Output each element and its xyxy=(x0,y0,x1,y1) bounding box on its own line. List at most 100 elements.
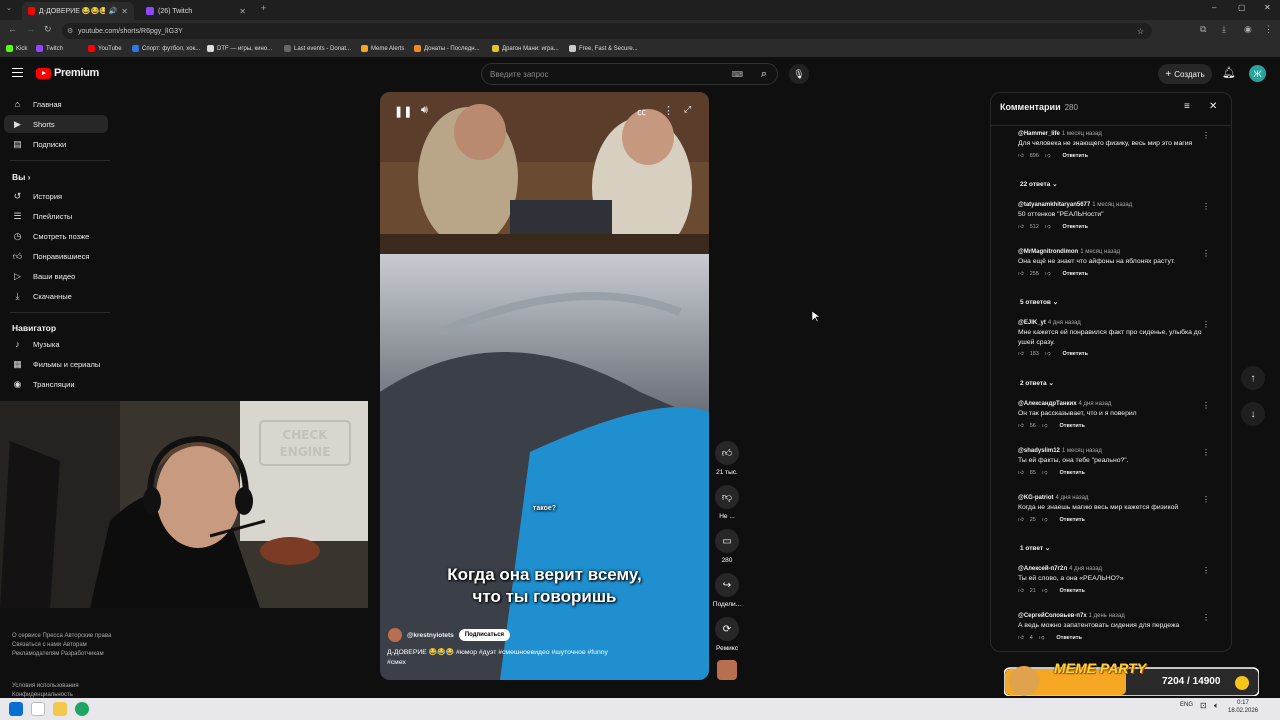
previous-short-button[interactable]: ↑ xyxy=(1241,366,1265,390)
bookmark-free-fast[interactable]: Free, Fast & Secure... xyxy=(569,45,638,52)
shorts-video-player[interactable]: ❚❚ 🔊︎ ㏄ ⋮ ⤢ такое? Когда она верит всему… xyxy=(380,92,709,680)
like-comment-icon[interactable]: 👍︎ xyxy=(1018,153,1024,159)
sidebar-item-playlists[interactable]: ☰ Плейлисты xyxy=(4,207,108,225)
dislike-comment-icon[interactable]: 👎︎ xyxy=(1045,153,1051,159)
sidebar-you-heading[interactable]: Вы › xyxy=(12,172,30,182)
comment-menu-icon[interactable]: ⋮ xyxy=(1202,613,1210,622)
subscribe-button[interactable]: Подписаться xyxy=(458,629,511,641)
reload-icon[interactable]: ↻ xyxy=(44,24,52,35)
volume-tray-icon[interactable]: 🔈︎ xyxy=(1214,701,1219,711)
speaker-icon[interactable]: 🔊 xyxy=(109,7,118,15)
sidebar-item-movies[interactable]: ▦ Фильмы и сериалы xyxy=(4,355,108,373)
bookmark-youtube[interactable]: YouTube xyxy=(88,45,122,52)
bookmark-star-icon[interactable]: ☆ xyxy=(1137,27,1144,36)
bookmark-kick[interactable]: Kick xyxy=(6,45,27,52)
sidebar-item-live[interactable]: ◉ Трансляции xyxy=(4,375,108,393)
bookmark-sport[interactable]: Спорт: футбол, хок... xyxy=(132,45,200,52)
comments-button[interactable]: ▭ 280 xyxy=(711,529,743,564)
hamburger-menu-icon[interactable] xyxy=(12,68,23,77)
menu-icon[interactable]: ⋮ xyxy=(1264,24,1273,35)
sort-icon[interactable]: ≡ xyxy=(1184,101,1190,112)
replies-toggle[interactable]: 2 ответа ⌄ xyxy=(1020,379,1054,387)
bookmark-donations[interactable]: Донаты - Последн... xyxy=(414,45,480,52)
close-icon[interactable]: ✕ xyxy=(1209,101,1217,112)
reply-button[interactable]: Ответить xyxy=(1063,153,1088,159)
channel-avatar[interactable] xyxy=(388,628,402,642)
avatar[interactable]: Ж xyxy=(1249,65,1266,82)
dislike-comment-icon[interactable]: 👎︎ xyxy=(1039,635,1045,641)
search-button[interactable]: ⌕ xyxy=(750,64,778,84)
replies-toggle[interactable]: 1 ответ ⌄ xyxy=(1020,544,1050,552)
reply-button[interactable]: Ответить xyxy=(1063,271,1088,277)
site-info-icon[interactable]: ⚙ xyxy=(67,27,73,35)
comment-menu-icon[interactable]: ⋮ xyxy=(1202,566,1210,575)
dislike-comment-icon[interactable]: 👎︎ xyxy=(1042,470,1048,476)
like-comment-icon[interactable]: 👍︎ xyxy=(1018,470,1024,476)
language-indicator[interactable]: ENG xyxy=(1180,702,1193,708)
comment-menu-icon[interactable]: ⋮ xyxy=(1202,495,1210,504)
reply-button[interactable]: Ответить xyxy=(1056,635,1081,641)
sidebar-item-subscriptions[interactable]: ▤ Подписки xyxy=(4,135,108,153)
dislike-comment-icon[interactable]: 👎︎ xyxy=(1042,423,1048,429)
reply-button[interactable]: Ответить xyxy=(1059,470,1084,476)
minimize-icon[interactable]: – xyxy=(1212,3,1216,12)
like-comment-icon[interactable]: 👍︎ xyxy=(1018,635,1024,641)
youtube-premium-logo[interactable]: Premium xyxy=(36,67,99,79)
tab-twitch[interactable]: (26) Twitch ✕ xyxy=(140,2,252,20)
sidebar-item-liked[interactable]: 👍︎ Понравившиеся xyxy=(4,247,108,265)
fullscreen-icon[interactable]: ⤢ xyxy=(684,104,691,115)
like-comment-icon[interactable]: 👍︎ xyxy=(1018,351,1024,357)
keyboard-icon[interactable]: ⌨ xyxy=(731,70,743,79)
comment-menu-icon[interactable]: ⋮ xyxy=(1202,202,1210,211)
close-tab-icon[interactable]: ✕ xyxy=(239,7,246,16)
back-icon[interactable]: ← xyxy=(8,24,17,34)
notifications-bell-icon[interactable]: 🔔︎ xyxy=(1222,66,1236,79)
yandex-browser-icon[interactable] xyxy=(31,702,45,716)
clock[interactable]: 0:17 18.02.2026 xyxy=(1228,699,1258,715)
downloads-browser-icon[interactable]: ⤓ xyxy=(1222,24,1226,35)
video-description[interactable]: Д-ДОВЕРИЕ 😂😂😂 #юмор #дуэт #смешноевидео … xyxy=(387,648,627,668)
reply-button[interactable]: Ответить xyxy=(1063,224,1088,230)
comment-menu-icon[interactable]: ⋮ xyxy=(1202,448,1210,457)
bookmark-last-events[interactable]: Last events - Donat... xyxy=(284,45,351,52)
profile-icon[interactable]: ◉ xyxy=(1244,24,1252,35)
sidebar-item-music[interactable]: ♪ Музыка xyxy=(4,335,108,353)
remix-button[interactable]: ⟳ Ремикс xyxy=(711,617,743,652)
like-button[interactable]: 👍︎ 21 тыс. xyxy=(711,441,743,476)
channel-name[interactable]: @krestnyiotets xyxy=(407,632,454,639)
search-input[interactable]: Введите запрос ⌨ xyxy=(481,63,778,85)
sidebar-item-shorts[interactable]: ▶ Shorts xyxy=(4,115,108,133)
comment-menu-icon[interactable]: ⋮ xyxy=(1202,131,1210,140)
new-tab-icon[interactable]: + xyxy=(261,3,266,13)
next-short-button[interactable]: ↓ xyxy=(1241,402,1265,426)
replies-toggle[interactable]: 5 ответов ⌄ xyxy=(1020,298,1058,306)
reply-button[interactable]: Ответить xyxy=(1059,423,1084,429)
like-comment-icon[interactable]: 👍︎ xyxy=(1018,271,1024,277)
sidebar-item-watch-later[interactable]: ◷ Смотреть позже xyxy=(4,227,108,245)
like-comment-icon[interactable]: 👍︎ xyxy=(1018,517,1024,523)
comment-menu-icon[interactable]: ⋮ xyxy=(1202,401,1210,410)
bookmark-twitch[interactable]: Twitch xyxy=(36,45,63,52)
reply-button[interactable]: Ответить xyxy=(1063,351,1088,357)
url-field[interactable]: ⚙ youtube.com/shorts/R6pgy_lIG3Y ☆ xyxy=(62,23,1152,39)
pause-icon[interactable]: ❚❚ xyxy=(394,105,412,118)
sidebar-item-history[interactable]: ↺ История xyxy=(4,187,108,205)
dislike-comment-icon[interactable]: 👎︎ xyxy=(1042,588,1048,594)
create-button[interactable]: + Создать xyxy=(1158,64,1212,84)
bookmark-dtf[interactable]: DTF — игры, кино... xyxy=(207,45,272,52)
comment-menu-icon[interactable]: ⋮ xyxy=(1202,320,1210,329)
dislike-comment-icon[interactable]: 👎︎ xyxy=(1045,224,1051,230)
dislike-comment-icon[interactable]: 👎︎ xyxy=(1042,517,1048,523)
like-comment-icon[interactable]: 👍︎ xyxy=(1018,588,1024,594)
comment-menu-icon[interactable]: ⋮ xyxy=(1202,249,1210,258)
close-window-icon[interactable]: ✕ xyxy=(1264,3,1271,12)
tab-youtube[interactable]: Д-ДОВЕРИЕ 😂😂😂 #юм 🔊 ✕ xyxy=(22,2,134,20)
tab-list-chevron-icon[interactable]: ⌄ xyxy=(6,4,12,12)
replies-toggle[interactable]: 22 ответа ⌄ xyxy=(1020,180,1058,188)
more-options-icon[interactable]: ⋮ xyxy=(663,104,674,117)
like-comment-icon[interactable]: 👍︎ xyxy=(1018,224,1024,230)
voice-search-button[interactable]: 🎙 xyxy=(789,64,809,84)
share-button[interactable]: ↪ Подели... xyxy=(711,573,743,608)
chrome-icon[interactable] xyxy=(75,702,89,716)
dislike-comment-icon[interactable]: 👎︎ xyxy=(1045,351,1051,357)
